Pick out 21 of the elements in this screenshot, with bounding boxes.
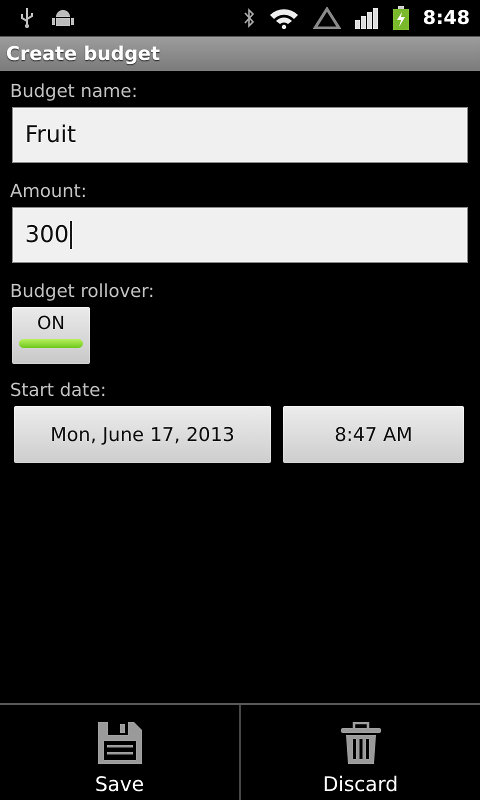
field-value: 300	[25, 222, 69, 248]
input-field[interactable]: Fruit	[12, 107, 468, 163]
toggle-button[interactable]: ON	[12, 307, 90, 364]
field-label: Budget name:	[10, 80, 139, 104]
trash-can-icon	[338, 722, 382, 764]
field-value: Fruit	[25, 122, 76, 148]
wifi-icon	[268, 7, 299, 29]
date-button[interactable]: Mon, June 17, 2013	[14, 406, 271, 463]
time-button[interactable]: 8:47 AM	[283, 406, 464, 463]
screen-title: Create budget	[6, 43, 160, 65]
input-field[interactable]: 300	[12, 207, 468, 263]
field-label: Budget rollover:	[10, 280, 156, 304]
usb-icon	[20, 8, 34, 28]
signal-icon	[354, 7, 379, 29]
bluetooth-icon	[242, 8, 255, 28]
field-label: Amount:	[10, 180, 88, 204]
triangle-icon	[312, 7, 341, 29]
android-icon	[52, 8, 74, 28]
battery-icon	[392, 6, 409, 30]
clock-time: 8:48	[422, 7, 470, 29]
field-label: Start date:	[10, 379, 108, 403]
